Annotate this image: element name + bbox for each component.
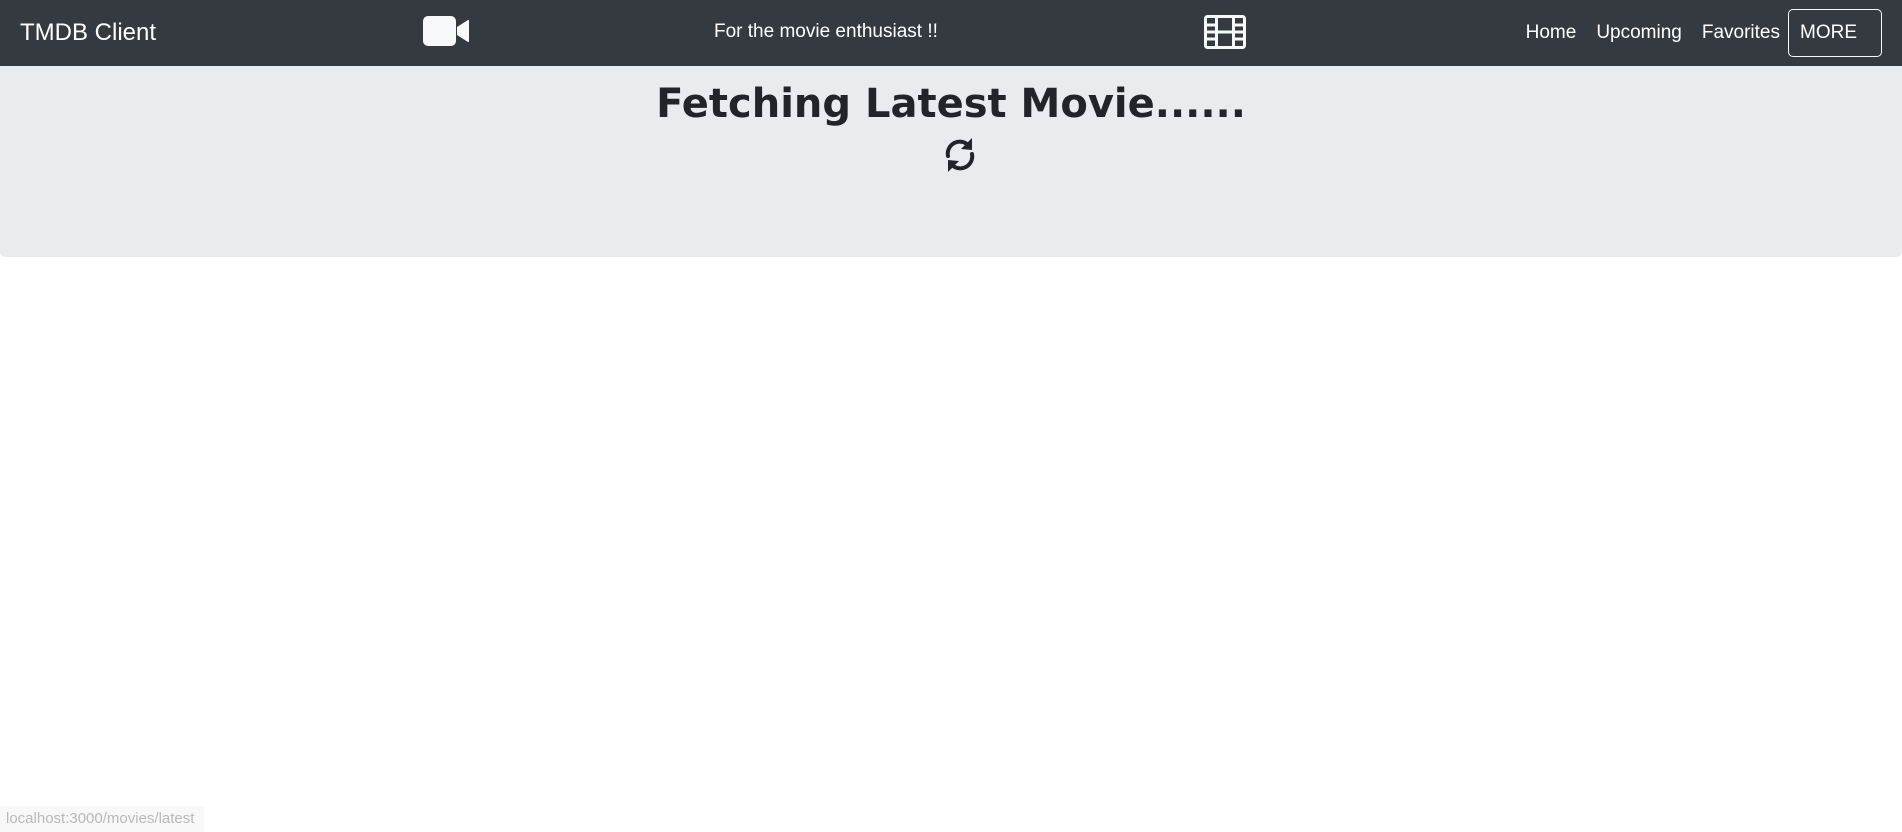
video-camera-icon: [423, 16, 469, 46]
nav-link-favorites[interactable]: Favorites: [1702, 22, 1780, 44]
status-bar-url: localhost:3000/movies/latest: [0, 806, 205, 832]
nav-link-upcoming[interactable]: Upcoming: [1596, 22, 1682, 44]
brand-link[interactable]: TMDB Client: [20, 17, 156, 49]
refresh-icon: [942, 135, 978, 175]
more-button[interactable]: MORE: [1788, 9, 1882, 57]
film-icon: [1204, 15, 1246, 49]
nav-link-home[interactable]: Home: [1526, 22, 1577, 44]
nav-links: Home Upcoming Favorites MORE: [1526, 9, 1882, 57]
navbar: TMDB Client For the movie enthusiast !! …: [0, 0, 1902, 66]
tagline: For the movie enthusiast !!: [714, 21, 938, 42]
loading-jumbotron: Fetching Latest Movie......: [0, 66, 1902, 257]
page-heading: Fetching Latest Movie......: [656, 81, 1246, 127]
